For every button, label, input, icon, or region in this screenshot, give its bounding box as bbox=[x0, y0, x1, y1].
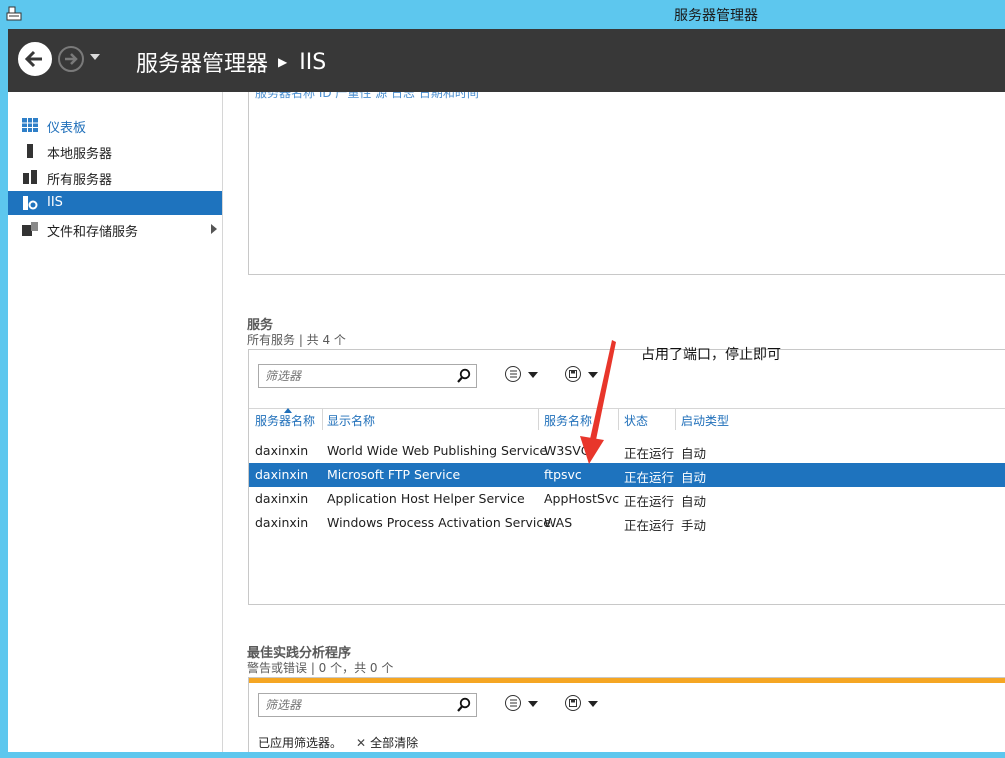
save-icon bbox=[565, 695, 581, 711]
save-query-button[interactable] bbox=[565, 365, 601, 385]
events-panel: 服务器名称 ID 严重性 源 日志 日期和时间 bbox=[248, 92, 1005, 275]
list-icon bbox=[505, 695, 521, 711]
bpa-filter-input[interactable] bbox=[263, 695, 447, 715]
arrow-left-icon bbox=[24, 50, 42, 68]
breadcrumb-current: IIS bbox=[299, 49, 327, 75]
local-server-icon bbox=[27, 144, 33, 158]
column-header-display-name[interactable]: 显示名称 bbox=[327, 412, 375, 429]
cell-server: daxinxin bbox=[255, 491, 309, 506]
cell-status: 正在运行 bbox=[624, 446, 675, 461]
cell-server: daxinxin bbox=[255, 515, 309, 530]
column-header-line bbox=[249, 408, 1005, 409]
column-separator bbox=[322, 408, 323, 430]
filter-applied-bar: 已应用筛选器。 ✕ 全部清除 bbox=[258, 734, 418, 751]
iis-icon bbox=[23, 196, 38, 210]
cell-service-name: WAS bbox=[544, 515, 573, 530]
cell-status: 正在运行 bbox=[624, 518, 675, 533]
list-icon bbox=[505, 366, 521, 382]
column-header-server[interactable]: 服务器名称 bbox=[255, 412, 315, 429]
chevron-down-icon bbox=[528, 372, 538, 378]
breadcrumb: 服务器管理器 ▶ IIS bbox=[136, 46, 326, 78]
events-column-headers: 服务器名称 ID 严重性 源 日志 日期和时间 bbox=[255, 92, 479, 100]
sidebar: 仪表板 本地服务器 所有服务器 IIS 文件和存储服务 bbox=[8, 92, 223, 752]
cell-display-name: Windows Process Activation Service bbox=[327, 515, 551, 530]
bpa-filter bbox=[258, 693, 477, 717]
cell-display-name: World Wide Web Publishing Service bbox=[327, 443, 548, 458]
all-servers-icon bbox=[23, 170, 37, 184]
file-storage-icon bbox=[22, 222, 38, 236]
services-panel: 服务器名称 显示名称 服务名称 状态 启动类型 daxinxin World W… bbox=[248, 349, 1005, 605]
search-icon[interactable] bbox=[456, 368, 472, 384]
cell-server: daxinxin bbox=[255, 467, 309, 482]
main-content: 服务器名称 ID 严重性 源 日志 日期和时间 服务 所有服务 | 共 4 个 bbox=[223, 92, 1005, 752]
cell-startup-type: 手动 bbox=[681, 518, 707, 533]
cell-service-name: W3SVC bbox=[544, 443, 590, 458]
history-dropdown-icon[interactable] bbox=[90, 54, 100, 60]
cell-status: 正在运行 bbox=[624, 470, 675, 485]
cell-service-name: ftpsvc bbox=[544, 467, 582, 482]
search-icon[interactable] bbox=[456, 697, 472, 713]
cell-display-name: Application Host Helper Service bbox=[327, 491, 525, 506]
window-left-border bbox=[0, 29, 8, 758]
sidebar-item-file-storage[interactable]: 文件和存储服务 bbox=[8, 217, 222, 241]
services-subtitle: 所有服务 | 共 4 个 bbox=[247, 333, 346, 347]
column-header-service-name[interactable]: 服务名称 bbox=[544, 412, 592, 429]
services-filter bbox=[258, 364, 477, 388]
sidebar-item-label: 文件和存储服务 bbox=[47, 225, 139, 240]
clear-all-link[interactable]: 全部清除 bbox=[370, 734, 418, 751]
chevron-down-icon bbox=[588, 701, 598, 707]
column-separator bbox=[618, 408, 619, 430]
cell-service-name: AppHostSvc bbox=[544, 491, 620, 506]
column-separator bbox=[675, 408, 676, 430]
sidebar-item-iis[interactable]: IIS bbox=[8, 191, 222, 215]
dashboard-icon bbox=[22, 118, 38, 132]
window-bottom-border bbox=[0, 752, 1005, 758]
column-header-status[interactable]: 状态 bbox=[624, 412, 648, 429]
breadcrumb-separator-icon: ▶ bbox=[278, 55, 288, 69]
bpa-status-bar bbox=[249, 678, 1005, 683]
list-options-button[interactable] bbox=[505, 365, 541, 385]
chevron-down-icon bbox=[588, 372, 598, 378]
cell-startup-type: 自动 bbox=[681, 446, 707, 461]
sidebar-item-label: 所有服务器 bbox=[47, 173, 113, 188]
sidebar-item-local-server[interactable]: 本地服务器 bbox=[8, 139, 222, 163]
server-manager-icon bbox=[6, 6, 22, 21]
cell-startup-type: 自动 bbox=[681, 494, 707, 509]
bpa-subtitle: 警告或错误 | 0 个，共 0 个 bbox=[247, 661, 394, 675]
sidebar-item-label: IIS bbox=[47, 195, 63, 210]
title-bar: 服务器管理器 bbox=[0, 0, 1005, 29]
arrow-right-icon bbox=[65, 53, 78, 65]
sidebar-item-label: 仪表板 bbox=[47, 121, 87, 136]
cell-status: 正在运行 bbox=[624, 494, 675, 509]
column-header-startup-type[interactable]: 启动类型 bbox=[681, 412, 729, 429]
sidebar-item-all-servers[interactable]: 所有服务器 bbox=[8, 165, 222, 189]
sidebar-item-dashboard[interactable]: 仪表板 bbox=[8, 113, 222, 137]
header-bar: 服务器管理器 ▶ IIS bbox=[8, 29, 1005, 92]
annotation-text: 占用了端口，停止即可 bbox=[641, 347, 781, 363]
chevron-down-icon bbox=[528, 701, 538, 707]
table-row[interactable]: daxinxin Application Host Helper Service… bbox=[249, 487, 1005, 511]
column-separator bbox=[538, 408, 539, 430]
expand-arrow-icon[interactable] bbox=[211, 224, 217, 234]
filter-applied-text: 已应用筛选器。 bbox=[258, 736, 343, 750]
cell-display-name: Microsoft FTP Service bbox=[327, 467, 461, 482]
clear-icon[interactable]: ✕ bbox=[356, 736, 366, 750]
window-title: 服务器管理器 bbox=[674, 8, 758, 24]
cell-server: daxinxin bbox=[255, 443, 309, 458]
table-row-selected[interactable]: daxinxin Microsoft FTP Service ftpsvc 正在… bbox=[249, 463, 1005, 487]
table-row[interactable]: daxinxin Windows Process Activation Serv… bbox=[249, 511, 1005, 535]
back-button[interactable] bbox=[18, 42, 52, 76]
save-icon bbox=[565, 366, 581, 382]
table-row[interactable]: daxinxin World Wide Web Publishing Servi… bbox=[249, 439, 1005, 463]
services-filter-input[interactable] bbox=[263, 366, 447, 386]
bpa-save-query-button[interactable] bbox=[565, 694, 601, 714]
bpa-list-options-button[interactable] bbox=[505, 694, 541, 714]
cell-startup-type: 自动 bbox=[681, 470, 707, 485]
forward-button[interactable] bbox=[58, 46, 84, 72]
bpa-panel: 已应用筛选器。 ✕ 全部清除 bbox=[248, 677, 1005, 752]
sidebar-item-label: 本地服务器 bbox=[47, 147, 113, 162]
breadcrumb-root[interactable]: 服务器管理器 bbox=[136, 46, 268, 78]
